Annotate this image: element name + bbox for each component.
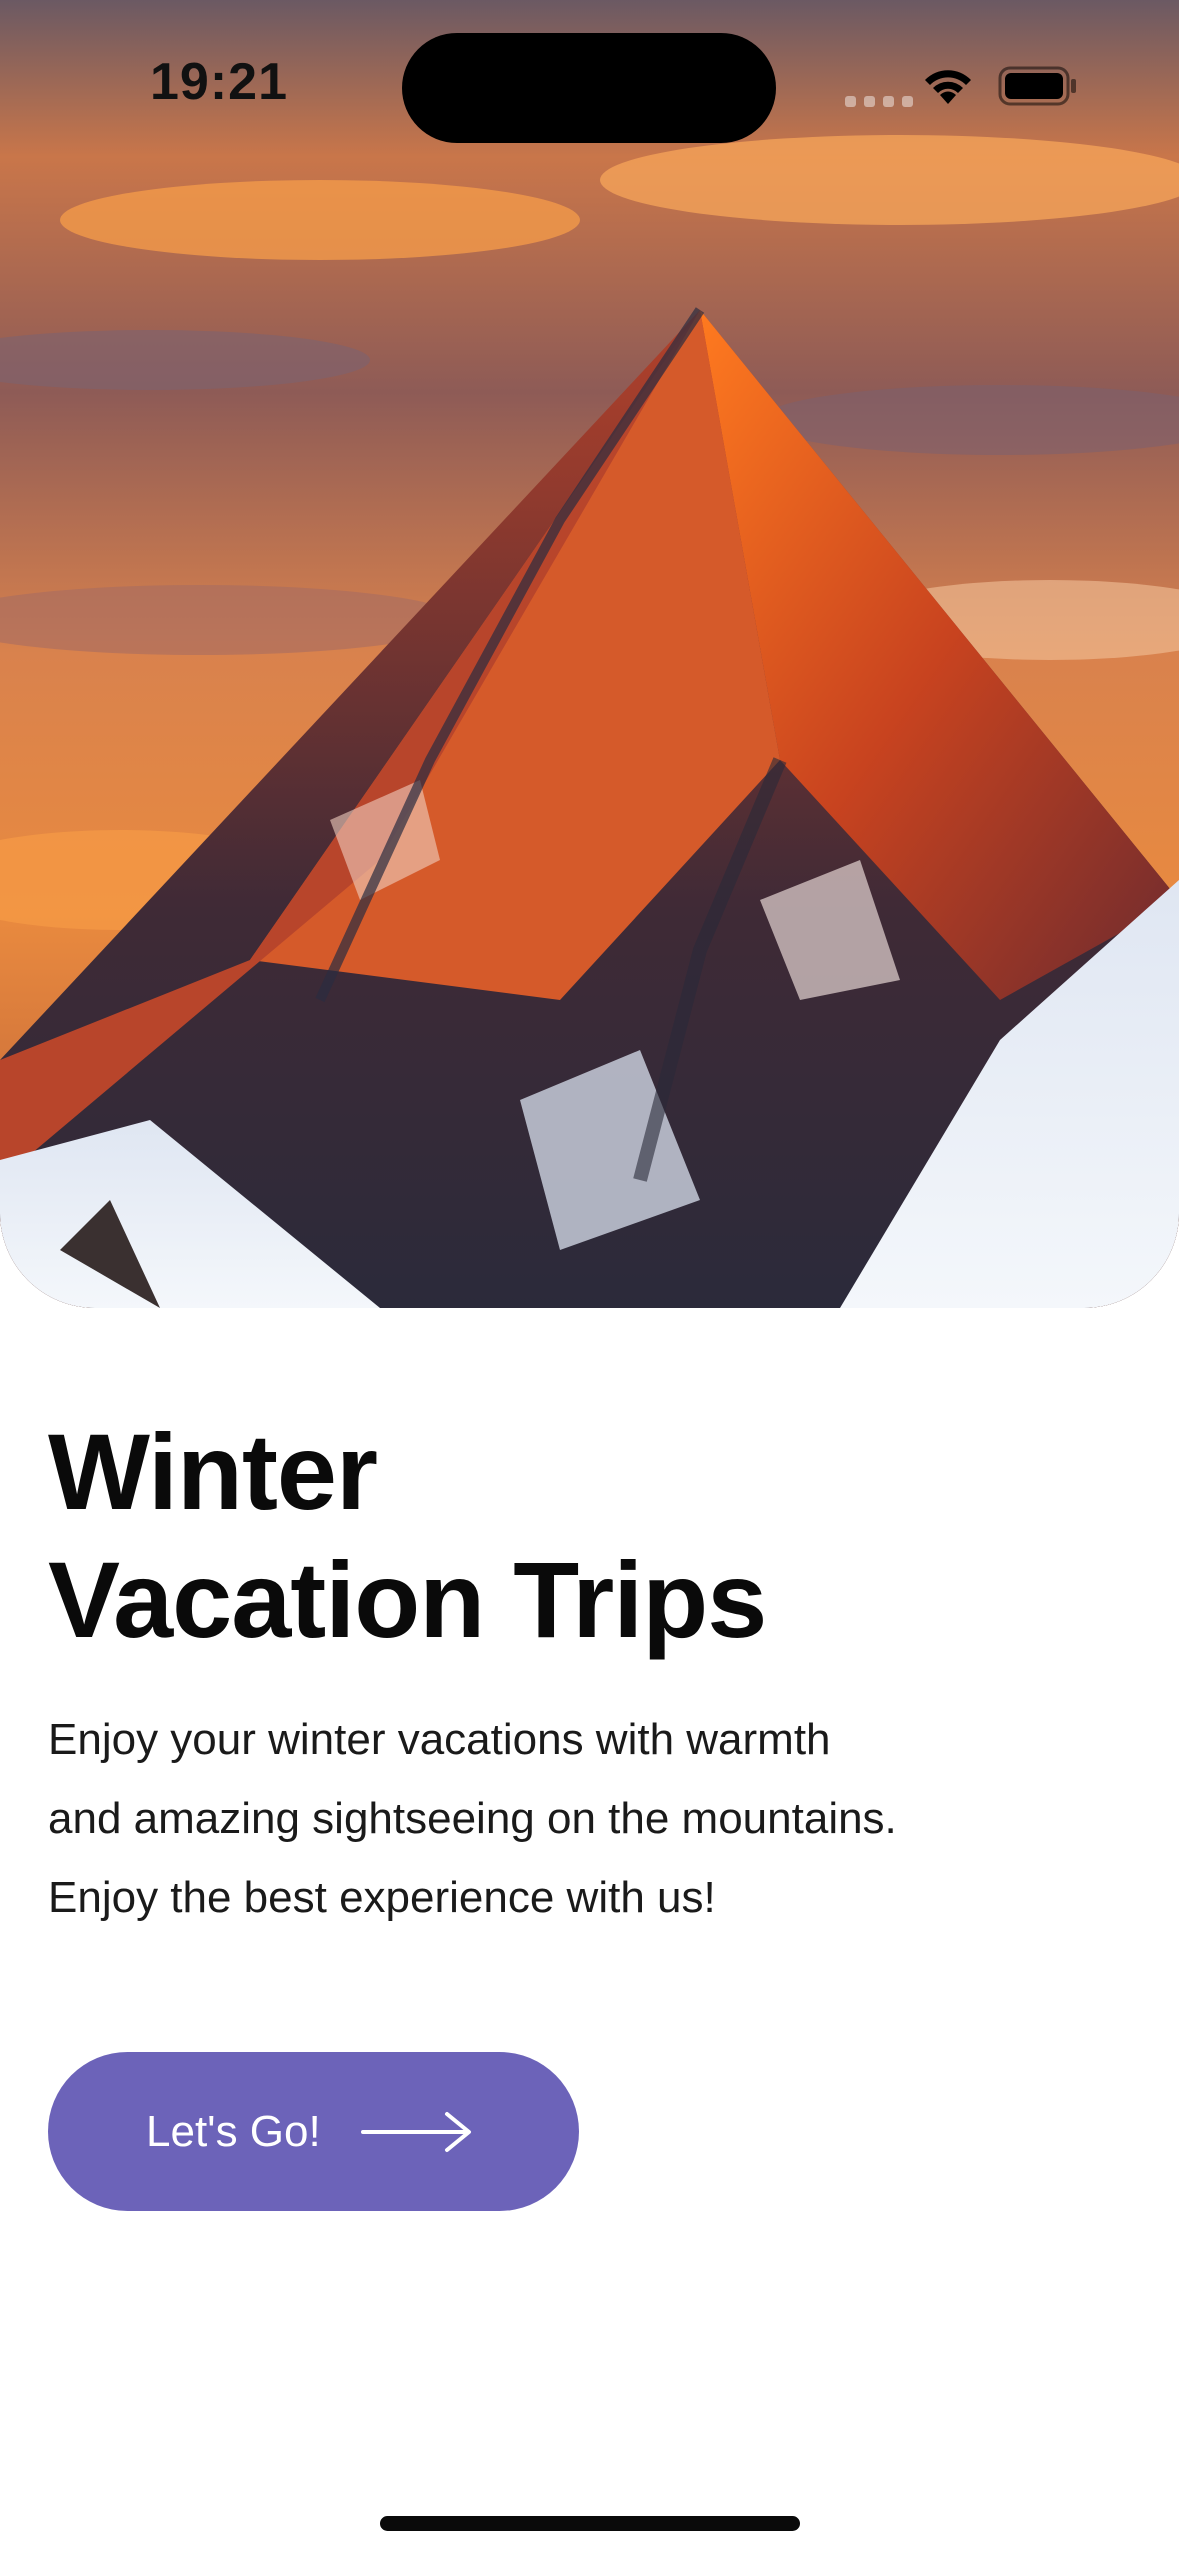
description-line-1: Enjoy your winter vacations with warmth <box>48 1715 831 1764</box>
page-title: Winter Vacation Trips <box>48 1408 767 1664</box>
description-line-3: Enjoy the best experience with us! <box>48 1873 716 1922</box>
dynamic-island <box>402 33 776 143</box>
mountain-illustration <box>0 0 1179 1308</box>
status-time: 19:21 <box>150 53 288 111</box>
arrow-right-icon <box>360 2110 473 2154</box>
cellular-dots-icon <box>845 96 913 107</box>
lets-go-label: Let's Go! <box>146 2106 321 2156</box>
description-line-2: and amazing sightseeing on the mountains… <box>48 1794 897 1843</box>
hero-image <box>0 0 1179 1308</box>
title-line-1: Winter <box>48 1411 378 1532</box>
title-line-2: Vacation Trips <box>48 1539 767 1660</box>
lets-go-button[interactable]: Let's Go! <box>48 2052 579 2211</box>
description-text: Enjoy your winter vacations with warmth … <box>48 1700 1048 1937</box>
home-indicator[interactable] <box>380 2516 800 2531</box>
onboarding-screen: 19:21 Winter Vacation Trips Enjoy your w… <box>0 0 1179 2556</box>
wifi-icon <box>920 64 976 111</box>
battery-icon <box>998 66 1078 111</box>
